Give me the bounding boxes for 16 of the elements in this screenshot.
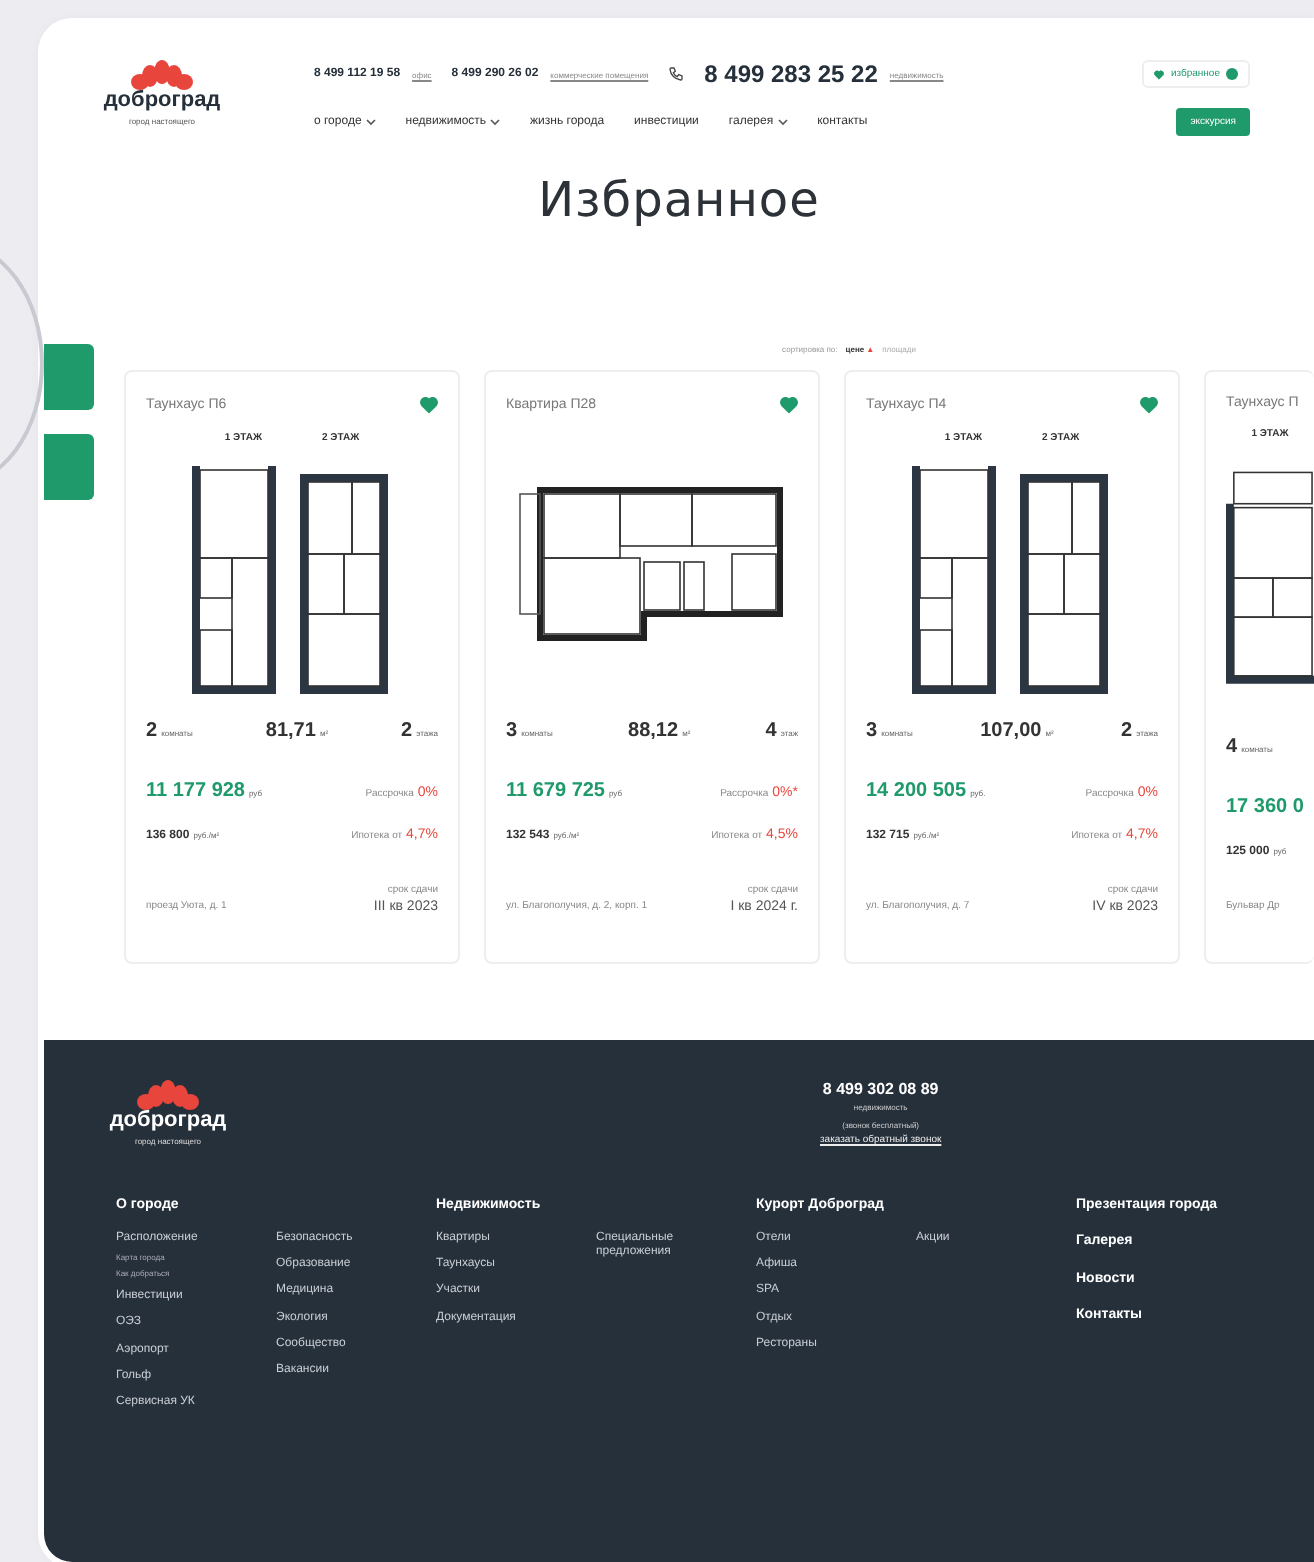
main-phone-number[interactable]: 8 499 283 25 22 bbox=[704, 60, 878, 88]
logo-wordmark: доброград bbox=[109, 1110, 227, 1132]
heart-icon[interactable] bbox=[780, 396, 798, 414]
flower-logo-icon bbox=[136, 1080, 200, 1110]
chevron-icon bbox=[777, 118, 788, 126]
phone-icon bbox=[668, 66, 685, 82]
heart-icon[interactable] bbox=[420, 396, 438, 414]
heart-icon[interactable] bbox=[1154, 69, 1165, 79]
price: 17 360 0 bbox=[1226, 794, 1304, 822]
heart-icon[interactable] bbox=[1140, 396, 1158, 414]
footer-phone[interactable]: 8 499 302 08 89 bbox=[822, 1080, 939, 1098]
page-title: Избранное bbox=[536, 172, 822, 228]
chevron-icon bbox=[365, 118, 376, 126]
logo-wordmark: доброград bbox=[103, 90, 221, 112]
flower-logo-icon bbox=[130, 60, 194, 90]
chevron-icon bbox=[490, 118, 501, 126]
